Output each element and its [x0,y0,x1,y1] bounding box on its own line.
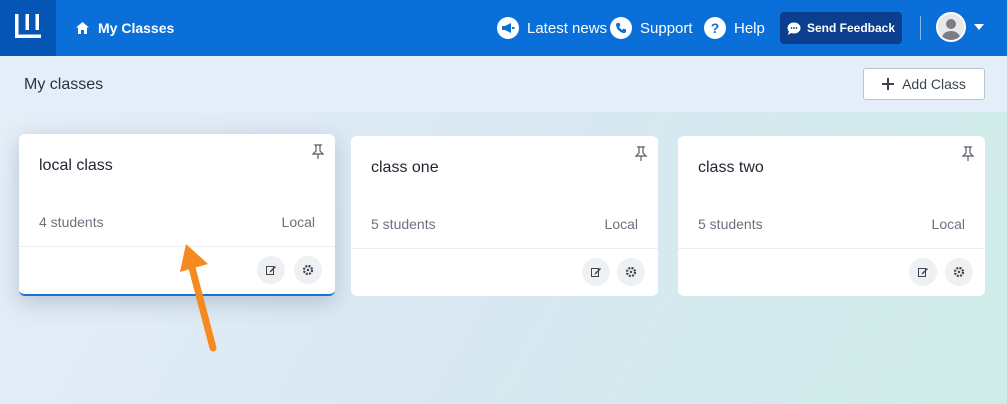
logo-icon [15,14,41,38]
edit-class-button[interactable] [257,256,285,284]
user-avatar[interactable] [936,12,966,42]
app-logo[interactable] [0,0,56,56]
nav-latest-news-label: Latest news [527,19,608,37]
edit-class-button[interactable] [909,258,937,286]
pin-icon[interactable] [634,146,648,167]
question-icon: ? [704,17,726,39]
send-feedback-label: Send Feedback [806,21,896,35]
nav-my-classes[interactable]: My Classes [76,0,174,56]
main-content: My classes Add Class local class 4 stude… [0,56,1007,404]
class-settings-button[interactable] [617,258,645,286]
gear-icon [953,266,965,278]
gear-icon [302,264,314,276]
pin-icon[interactable] [311,144,325,165]
class-type: Local [931,216,965,232]
nav-latest-news[interactable]: Latest news [497,0,607,56]
student-count: 5 students [698,216,763,232]
home-icon [76,22,89,34]
student-count: 4 students [39,214,104,230]
phone-icon [610,17,632,39]
class-settings-button[interactable] [945,258,973,286]
add-class-label: Add Class [902,76,966,92]
pin-icon[interactable] [961,146,975,167]
send-feedback-button[interactable]: Send Feedback [780,12,902,44]
class-settings-button[interactable] [294,256,322,284]
nav-help[interactable]: ? Help [704,0,765,56]
nav-help-label: Help [734,19,765,37]
card-divider [351,248,658,249]
edit-icon [266,266,276,275]
chevron-down-icon[interactable] [974,24,984,30]
edit-icon [591,268,601,277]
edit-icon [918,268,928,277]
megaphone-icon [497,17,519,39]
class-name: class two [698,159,764,176]
top-navigation-bar: My Classes Latest news Support ? Help Se… [0,0,1007,56]
nav-support[interactable]: Support [610,0,693,56]
class-name: class one [371,159,439,176]
class-card[interactable]: class two 5 students Local [678,136,985,296]
card-divider [678,248,985,249]
class-card[interactable]: class one 5 students Local [351,136,658,296]
page-header: My classes Add Class [0,56,1007,112]
chat-bubble-icon [787,22,801,35]
edit-class-button[interactable] [582,258,610,286]
class-type: Local [281,214,315,230]
gear-icon [625,266,637,278]
nav-support-label: Support [640,19,693,37]
topbar-divider [920,16,921,40]
nav-my-classes-label: My Classes [98,20,175,36]
user-icon [942,19,960,40]
annotation-arrow-icon [180,244,217,352]
class-name: local class [39,157,113,174]
class-type: Local [604,216,638,232]
add-class-button[interactable]: Add Class [863,68,985,100]
page-title: My classes [24,76,104,93]
student-count: 5 students [371,216,436,232]
plus-icon [882,78,895,90]
